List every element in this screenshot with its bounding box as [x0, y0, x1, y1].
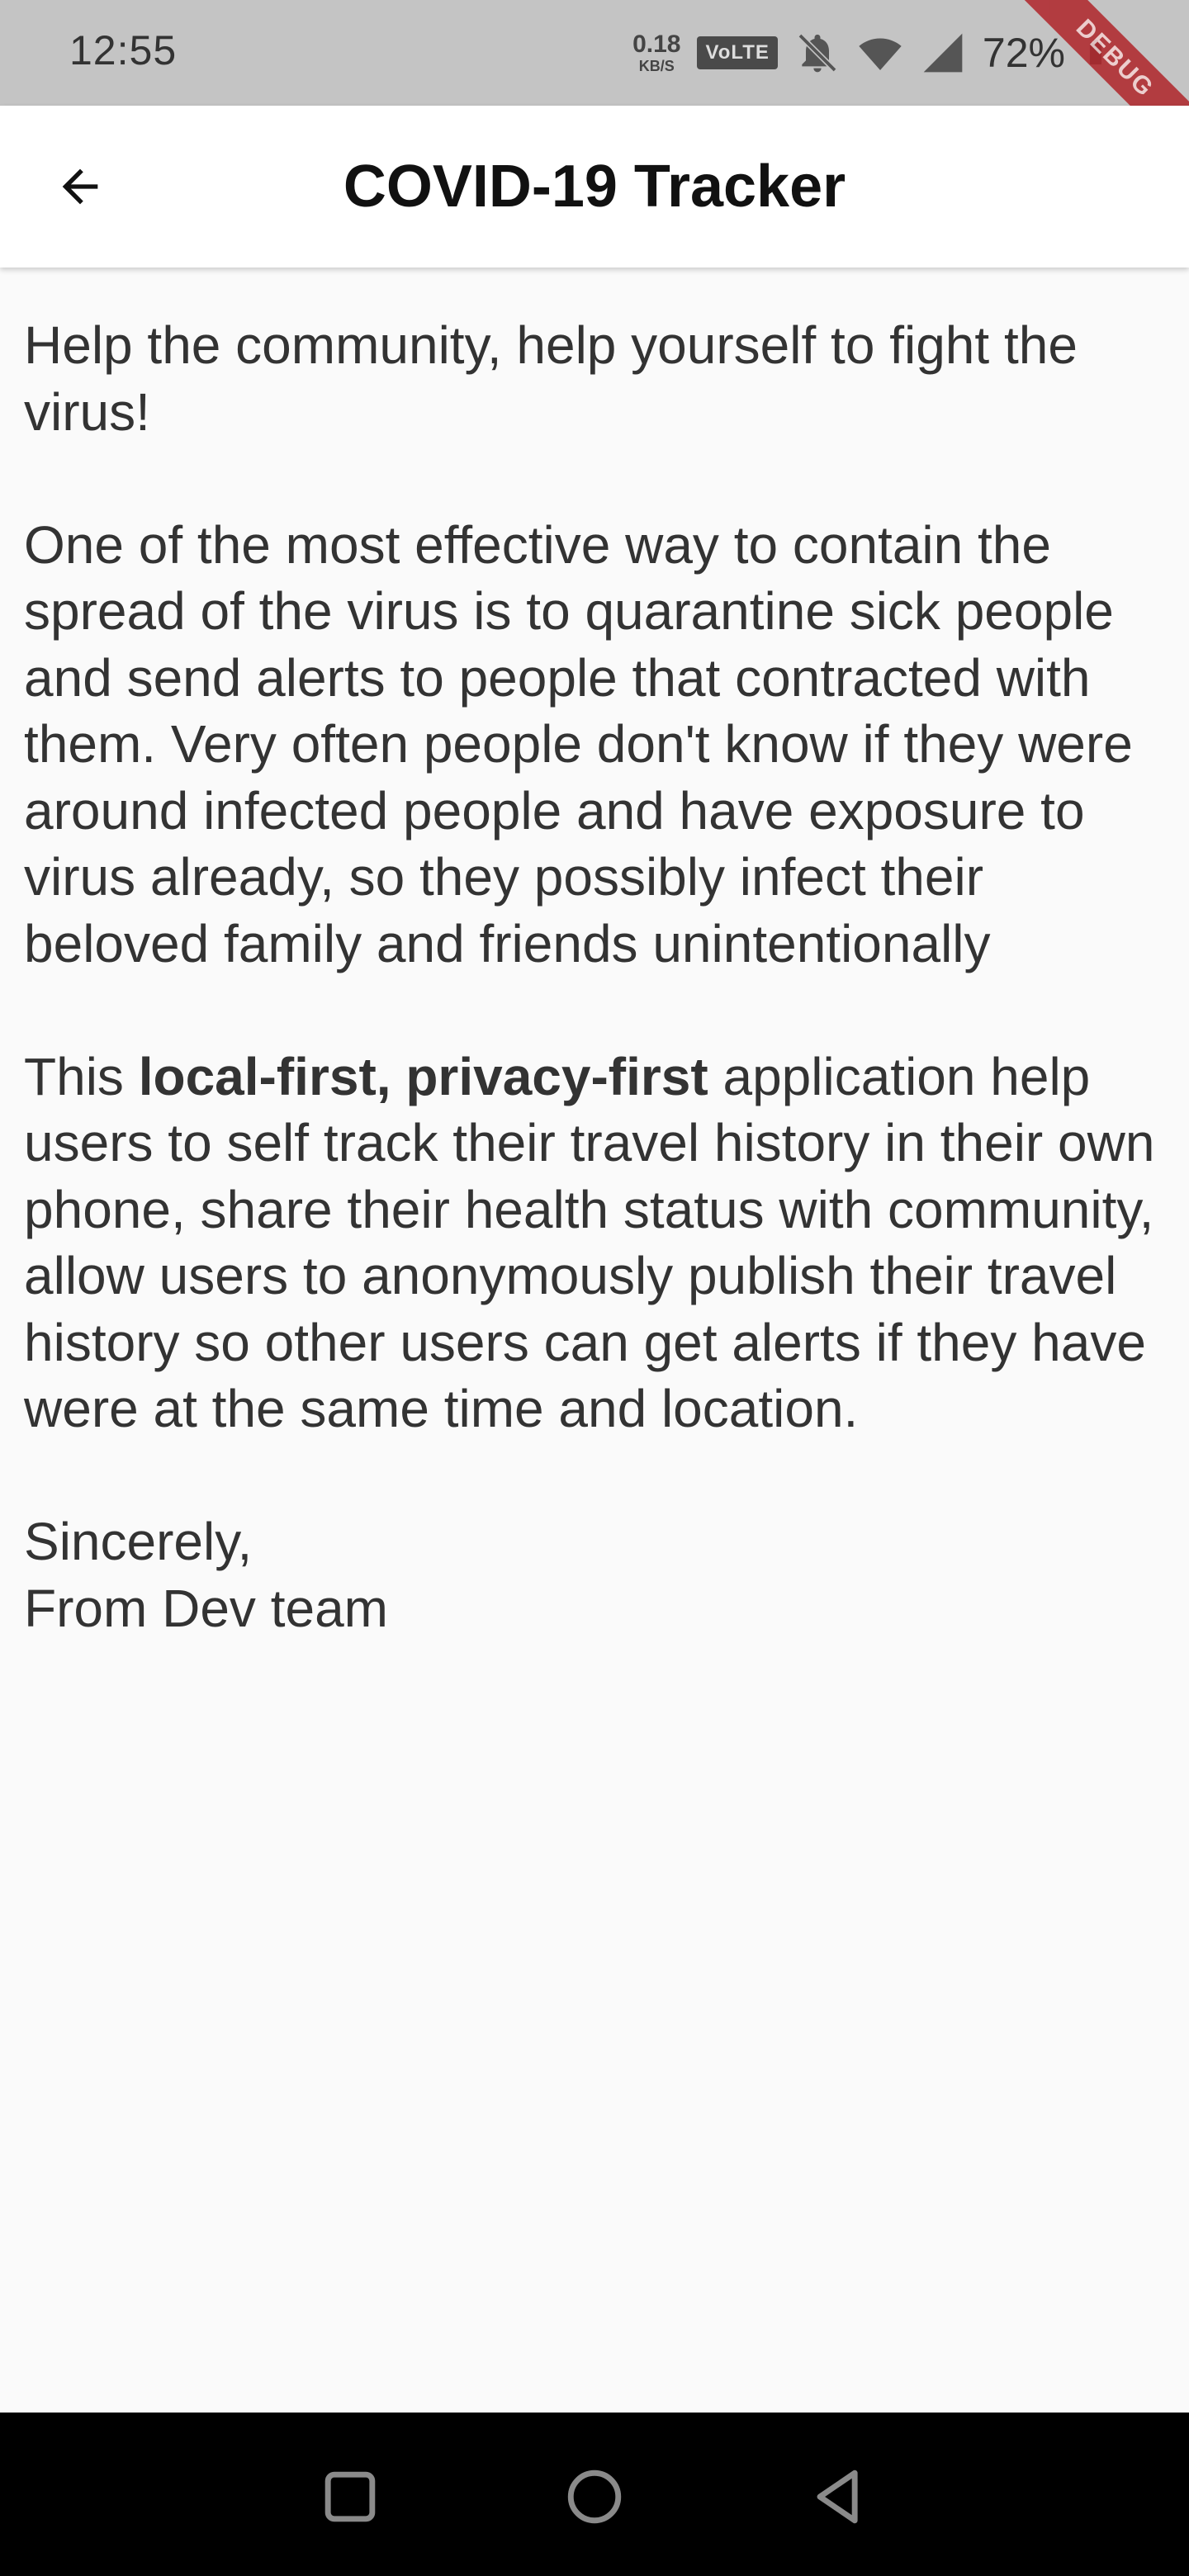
signature-text: From Dev team — [24, 1578, 388, 1638]
recents-square-icon — [324, 2471, 376, 2522]
signal-icon — [923, 33, 963, 73]
status-bar: 12:55 0.18 KB/S VoLTE 72% DEBUG — [0, 0, 1189, 106]
signoff-block: Sincerely, From Dev team — [24, 1508, 1172, 1641]
back-triangle-icon — [817, 2469, 858, 2524]
paragraph-privacy: This local-first, privacy-first applicat… — [24, 1044, 1172, 1442]
page-title: COVID-19 Tracker — [343, 154, 846, 220]
wifi-icon — [859, 38, 902, 70]
privacy-emphasis: local-first, privacy-first — [138, 1046, 708, 1106]
about-content: Help the community, help yourself to fig… — [24, 312, 1172, 1641]
system-nav-bar — [0, 2413, 1189, 2576]
home-circle-icon — [567, 2469, 622, 2524]
mute-bell-icon — [798, 33, 837, 73]
recents-button[interactable] — [312, 2459, 388, 2535]
intro-text: Help the community, help yourself to fig… — [24, 315, 1078, 442]
volte-badge: VoLTE — [697, 36, 778, 69]
network-speed-value: 0.18 — [632, 31, 681, 58]
network-speed: 0.18 KB/S — [632, 31, 681, 74]
app-bar: COVID-19 Tracker — [0, 106, 1189, 268]
back-nav-button[interactable] — [801, 2459, 877, 2535]
status-time: 12:55 — [69, 27, 178, 73]
battery-percent: 72% — [982, 30, 1065, 76]
network-speed-unit: KB/S — [638, 58, 675, 74]
paragraph-privacy-lead: This — [24, 1046, 139, 1106]
home-button[interactable] — [557, 2459, 632, 2535]
status-icons: 0.18 KB/S VoLTE 72% — [632, 21, 1110, 84]
paragraph-contain-spread: One of the most effective way to contain… — [24, 514, 1133, 973]
signoff-text: Sincerely, — [24, 1512, 253, 1571]
